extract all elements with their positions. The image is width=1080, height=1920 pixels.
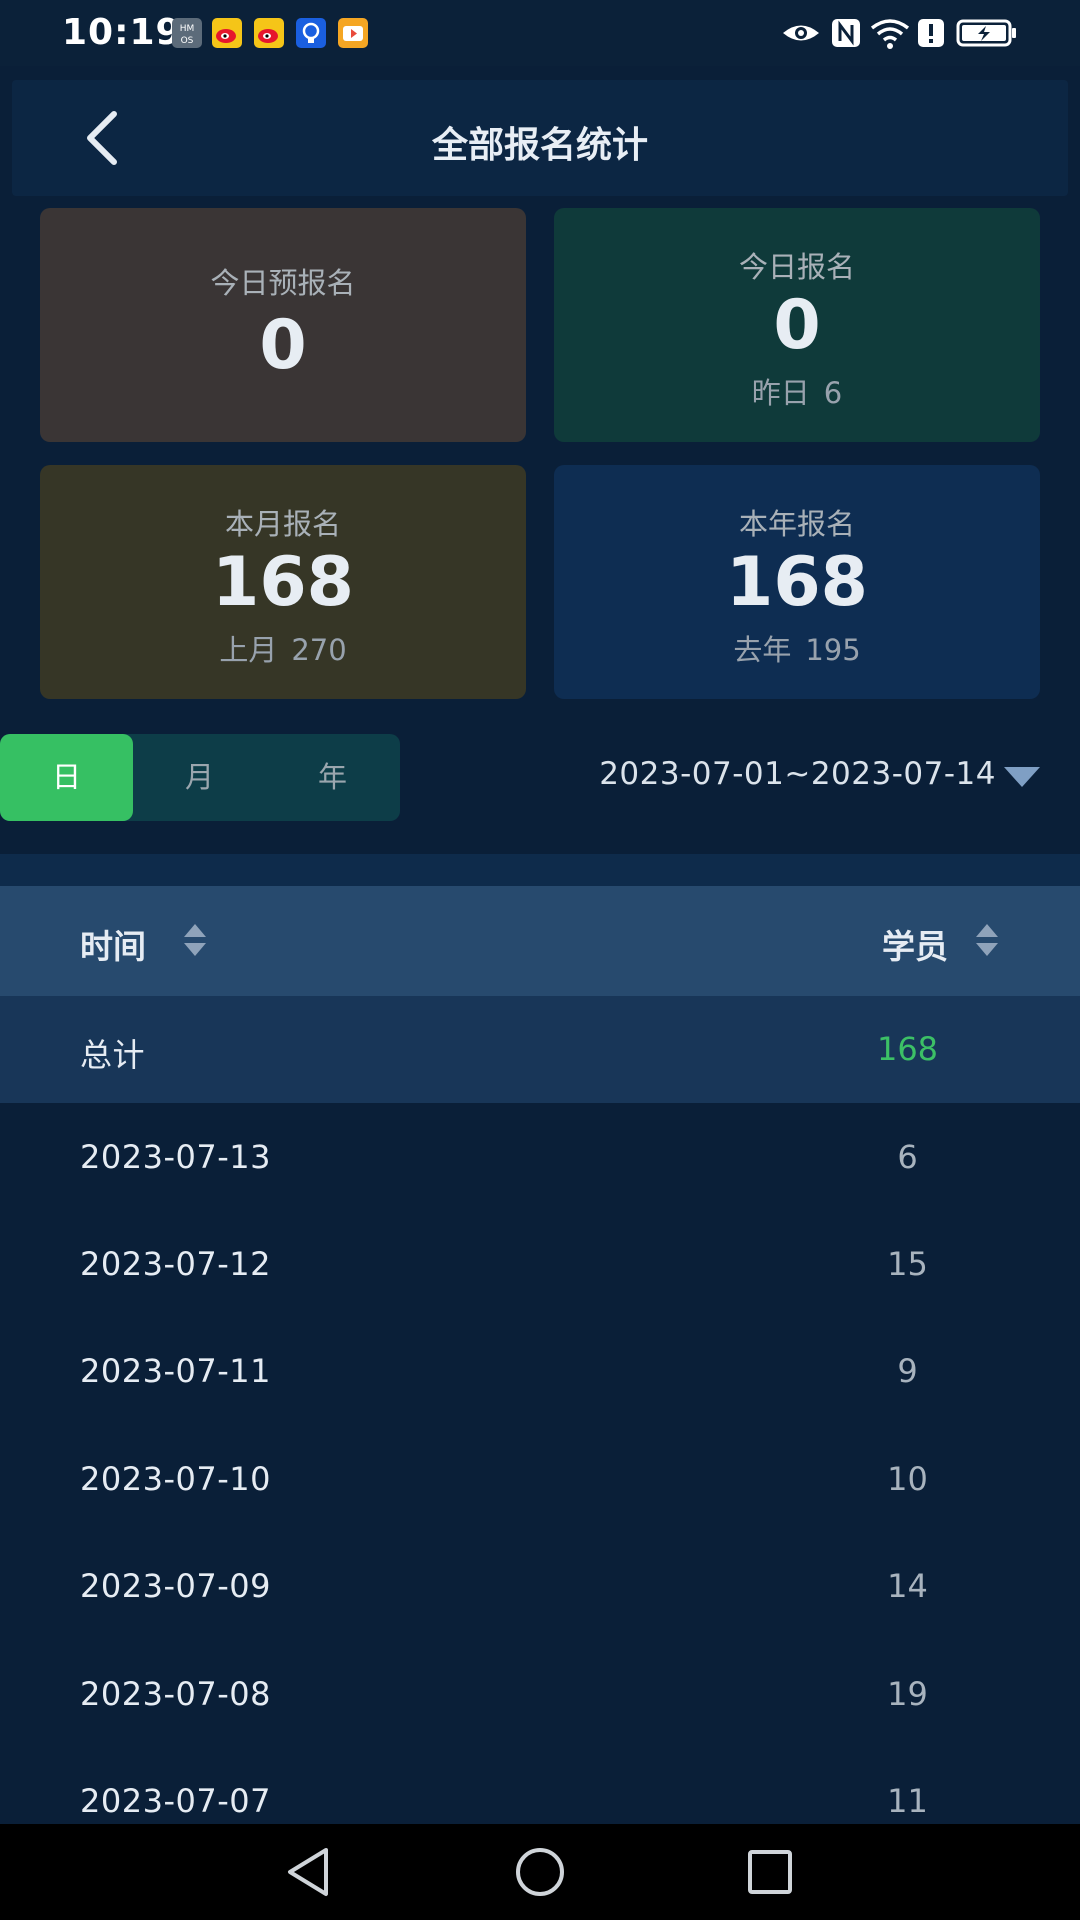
comparison-value: 6 [823,376,843,410]
video-app-icon [338,18,368,48]
card-comparison: 昨日 6 [554,370,1040,412]
row-date: 2023-07-09 [80,1567,271,1605]
card-value: 168 [726,543,868,622]
bulb-app-icon [296,18,326,48]
nav-back-icon[interactable] [278,1842,338,1902]
card-value: 0 [773,286,821,365]
sort-updown-icon[interactable] [976,924,1000,960]
column-header-time[interactable]: 时间 [80,920,146,968]
tab-year[interactable]: 年 [266,734,399,821]
alert-icon [918,19,944,47]
weibo-icon [212,18,242,48]
table-top-strip [0,854,1080,886]
screen: 10:19 HM OS 全部报名统计 今日预报名 0 今日报名 0 昨日 6 本… [0,0,1080,1920]
system-nav-bar [0,1824,1080,1920]
battery-charging-icon [956,19,1016,47]
nav-recents-icon[interactable] [740,1842,800,1902]
table-row[interactable]: 2023-07-09 14 [0,1533,1080,1640]
row-count: 10 [887,1460,928,1498]
comparison-value: 270 [291,633,347,667]
column-header-students[interactable]: 学员 [882,920,948,968]
triangle-down-icon[interactable] [1004,767,1040,787]
card-comparison: 去年 195 [554,627,1040,669]
table-row[interactable]: 2023-07-12 15 [0,1211,1080,1318]
hmos-icon: HM OS [172,18,202,48]
table-row[interactable]: 2023-07-10 10 [0,1426,1080,1533]
app-header: 全部报名统计 [12,80,1068,196]
row-date: 2023-07-12 [80,1245,271,1283]
comparison-value: 195 [805,633,861,667]
card-comparison: 上月 270 [40,627,526,669]
wifi-icon [870,19,910,49]
total-label: 总计 [80,1036,146,1074]
weibo-icon [254,18,284,48]
row-count: 19 [887,1675,928,1713]
row-count: 11 [887,1782,928,1820]
tab-day[interactable]: 日 [0,734,133,821]
table-header: 时间 学员 [0,886,1080,996]
card-label: 今日报名 [738,250,855,284]
tab-month[interactable]: 月 [133,734,266,821]
nav-home-icon[interactable] [510,1842,570,1902]
table-row[interactable]: 2023-07-11 9 [0,1318,1080,1425]
row-count: 14 [887,1567,928,1605]
nfc-icon [832,19,860,47]
row-date: 2023-07-13 [80,1138,271,1176]
svg-text:HM: HM [180,24,195,34]
row-count: 6 [897,1138,918,1176]
status-time: 10:19 [62,12,182,53]
row-count: 9 [897,1352,918,1390]
card-value: 168 [212,543,354,622]
total-row: 总计 168 [0,996,1080,1103]
table-row[interactable]: 2023-07-13 6 [0,1104,1080,1211]
card-label: 今日预报名 [210,266,356,300]
eye-icon [783,25,819,41]
row-date: 2023-07-10 [80,1460,271,1498]
comparison-label: 昨日 [751,376,810,410]
svg-text:OS: OS [181,36,194,46]
comparison-label: 上月 [219,633,278,667]
card-label: 本年报名 [738,507,855,541]
row-date: 2023-07-07 [80,1782,271,1820]
total-value: 168 [876,1030,939,1068]
sort-updown-icon[interactable] [184,924,208,960]
row-date: 2023-07-08 [80,1675,271,1713]
period-tabs: 日 月 年 [0,734,400,821]
card-value: 0 [259,306,307,385]
row-count: 15 [887,1245,928,1283]
today-registration-card: 今日报名 0 昨日 6 [554,208,1040,442]
table-row[interactable]: 2023-07-08 19 [0,1641,1080,1748]
card-label: 本月报名 [224,507,341,541]
row-date: 2023-07-11 [80,1352,271,1390]
date-range-selector[interactable]: 2023-07-01~2023-07-14 [599,756,996,792]
comparison-label: 去年 [733,633,792,667]
month-registration-card: 本月报名 168 上月 270 [40,465,526,699]
status-bar: 10:19 HM OS [0,0,1080,66]
today-pre-registration-card: 今日预报名 0 [40,208,526,442]
year-registration-card: 本年报名 168 去年 195 [554,465,1040,699]
page-title: 全部报名统计 [431,125,648,166]
